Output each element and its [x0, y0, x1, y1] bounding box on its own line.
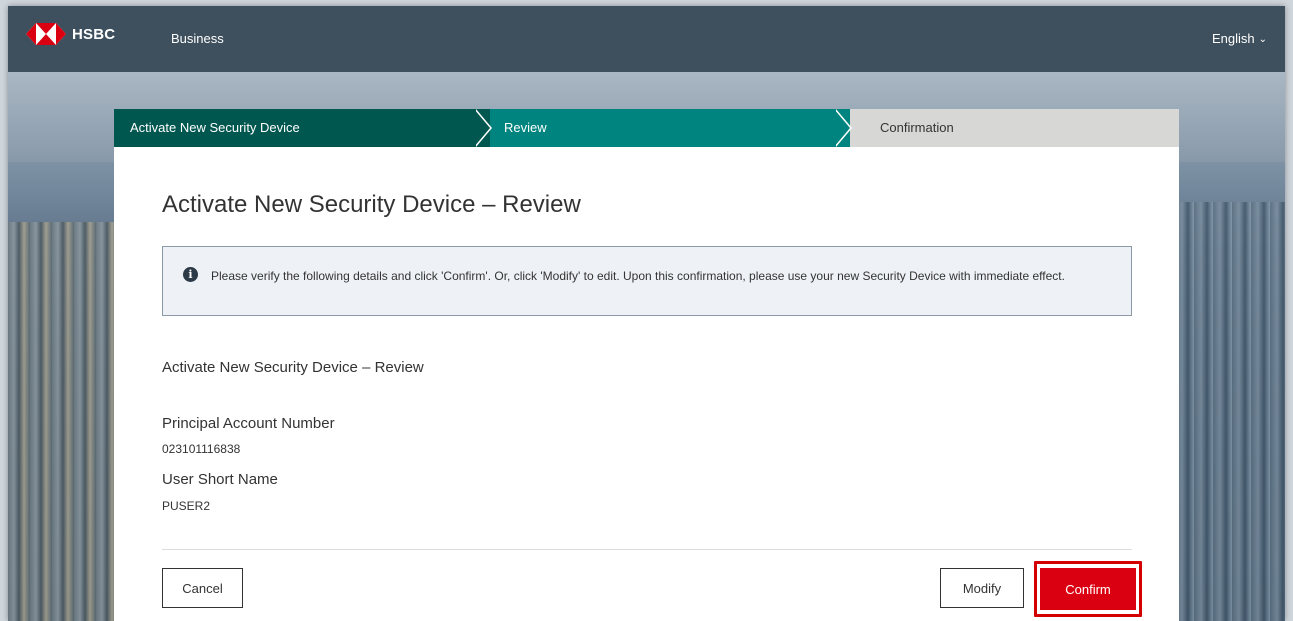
info-message-box: i Please verify the following details an…	[162, 246, 1132, 316]
field-value-user-short-name: PUSER2	[162, 499, 211, 513]
cancel-button[interactable]: Cancel	[162, 568, 243, 608]
hsbc-logo[interactable]: HSBC	[26, 23, 115, 45]
top-navigation-bar: HSBC Business English ⌄	[8, 6, 1285, 72]
step-activate: Activate New Security Device	[114, 109, 490, 147]
language-selector[interactable]: English ⌄	[1212, 31, 1267, 46]
language-label: English	[1211, 31, 1255, 46]
review-panel: Activate New Security Device Review Conf…	[114, 109, 1179, 621]
browser-viewport: HSBC Business English ⌄ Activate New Secu…	[8, 6, 1285, 621]
section-title: Activate New Security Device – Review	[162, 359, 424, 376]
step-arrow-1	[474, 109, 490, 147]
page-title: Activate New Security Device – Review	[162, 191, 581, 218]
field-label-user-short-name: User Short Name	[162, 471, 278, 488]
nav-business[interactable]: Business	[171, 31, 224, 46]
hsbc-hexagon-icon	[26, 23, 66, 45]
info-icon: i	[183, 267, 198, 282]
step-review: Review	[474, 109, 850, 147]
confirm-button[interactable]: Confirm	[1040, 568, 1136, 610]
divider	[162, 549, 1132, 550]
chevron-down-icon: ⌄	[1258, 34, 1267, 45]
step-confirmation: Confirmation	[834, 109, 1179, 147]
background-buildings-right	[1175, 202, 1285, 621]
logo-text: HSBC	[72, 25, 116, 43]
field-label-principal-account: Principal Account Number	[162, 415, 335, 432]
modify-button[interactable]: Modify	[940, 568, 1024, 608]
field-value-principal-account: 023101116838	[162, 442, 241, 456]
progress-steps: Activate New Security Device Review Conf…	[114, 109, 1179, 147]
background-buildings-left	[8, 222, 118, 621]
step-arrow-2	[834, 109, 850, 147]
info-message-text: Please verify the following details and …	[211, 269, 1065, 283]
